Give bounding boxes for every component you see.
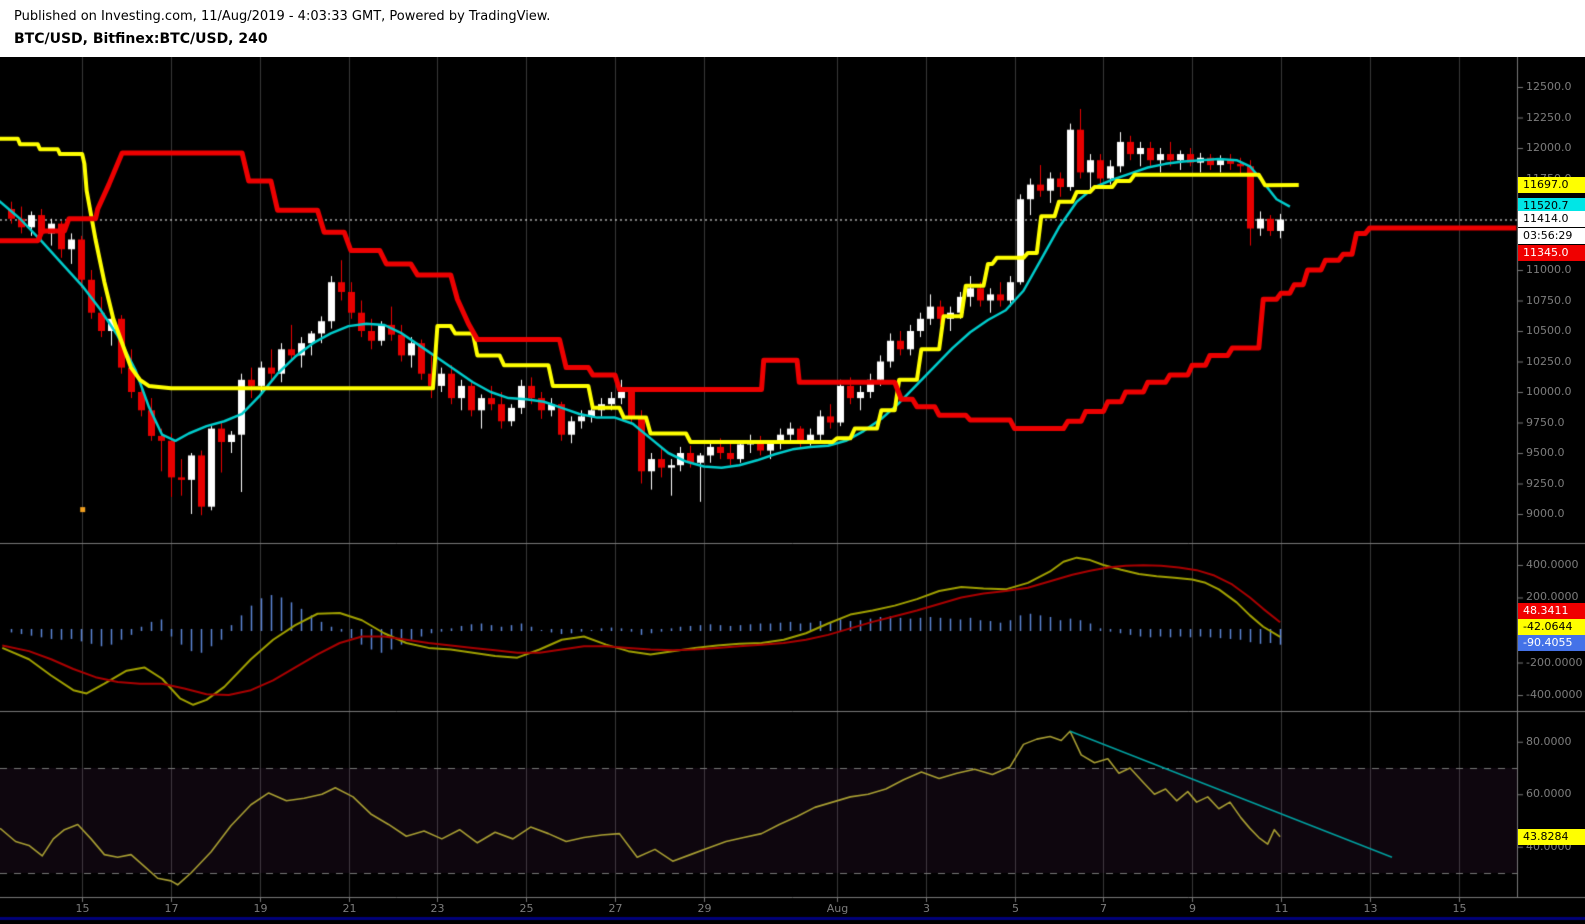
published-line: Published on Investing.com, 11/Aug/2019 … bbox=[14, 9, 550, 24]
time-axis[interactable] bbox=[0, 897, 1517, 915]
chart-header: Published on Investing.com, 11/Aug/2019 … bbox=[0, 0, 1585, 57]
chart-window: Published on Investing.com, 11/Aug/2019 … bbox=[0, 0, 1585, 924]
price-axis[interactable] bbox=[1517, 57, 1585, 897]
symbol-title: BTC/USD, Bitfinex:BTC/USD, 240 bbox=[14, 31, 268, 47]
chart-canvas[interactable] bbox=[0, 0, 1585, 924]
